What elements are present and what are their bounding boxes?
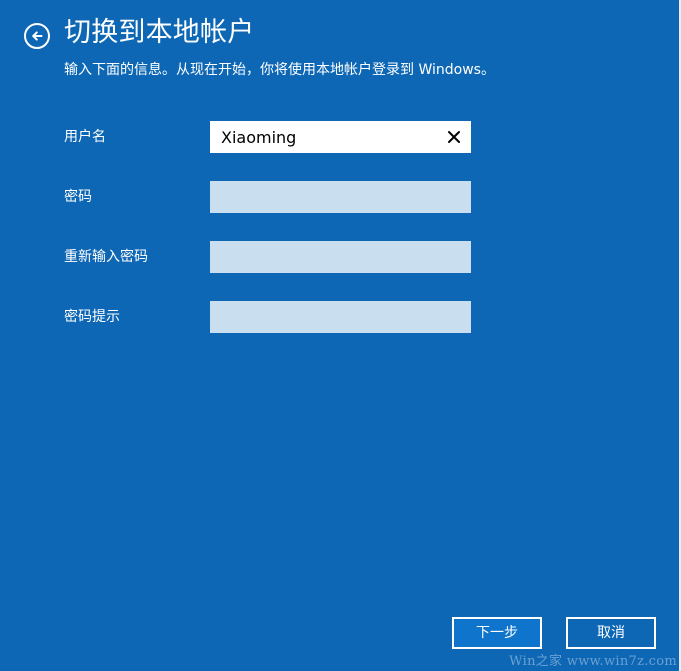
cancel-button[interactable]: 取消 bbox=[566, 617, 656, 649]
password-hint-field[interactable] bbox=[210, 301, 471, 333]
password-input[interactable] bbox=[211, 182, 470, 212]
back-button[interactable] bbox=[24, 23, 50, 49]
page-subtitle: 输入下面的信息。从现在开始，你将使用本地帐户登录到 Windows。 bbox=[64, 62, 495, 78]
username-label: 用户名 bbox=[64, 129, 106, 145]
username-field[interactable] bbox=[210, 121, 471, 153]
confirm-password-field[interactable] bbox=[210, 241, 471, 273]
page-title: 切换到本地帐户 bbox=[64, 17, 255, 48]
password-field[interactable] bbox=[210, 181, 471, 213]
next-button[interactable]: 下一步 bbox=[452, 617, 542, 649]
confirm-password-input[interactable] bbox=[211, 242, 470, 272]
password-label: 密码 bbox=[64, 189, 92, 205]
password-hint-label: 密码提示 bbox=[64, 309, 120, 325]
confirm-password-label: 重新输入密码 bbox=[64, 249, 148, 265]
clear-icon bbox=[446, 129, 462, 145]
back-arrow-circle-icon bbox=[29, 28, 45, 44]
watermark: Win之家 www.win7z.com bbox=[509, 654, 677, 669]
switch-local-account-page: 切换到本地帐户 输入下面的信息。从现在开始，你将使用本地帐户登录到 Window… bbox=[0, 0, 681, 671]
password-hint-input[interactable] bbox=[211, 302, 470, 332]
username-input[interactable] bbox=[211, 122, 470, 152]
clear-username-button[interactable] bbox=[445, 128, 463, 146]
